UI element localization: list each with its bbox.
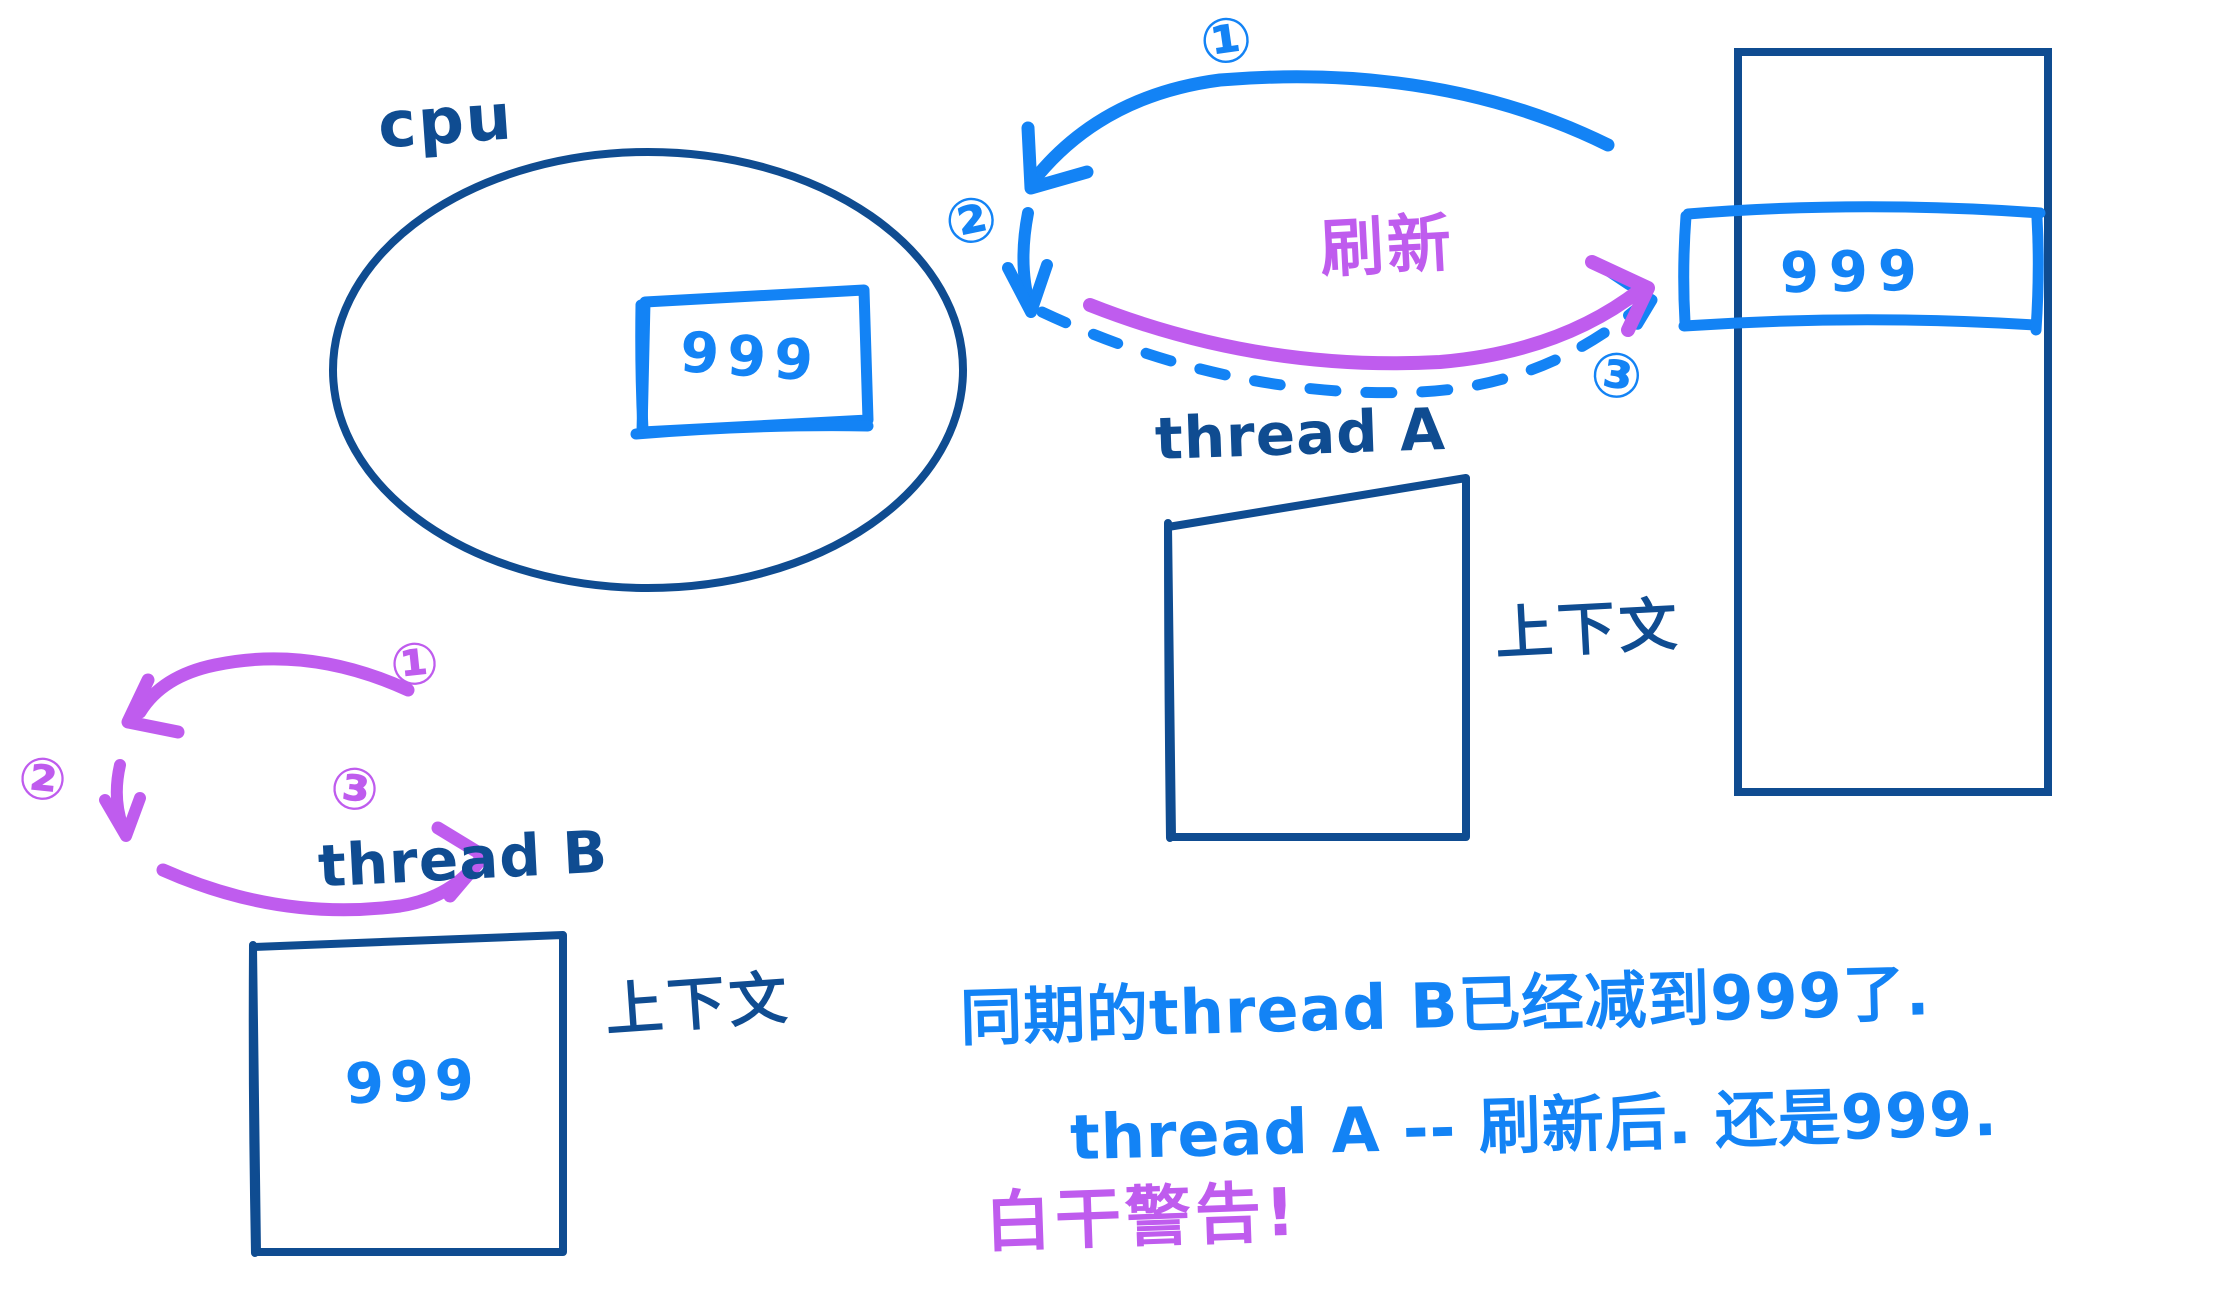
step-marker-top-3: ③ (1585, 335, 1648, 416)
step-marker-threadb-3: ③ (326, 752, 383, 826)
step-marker-threadb-2: ② (14, 742, 71, 816)
memory-value: 999 (1779, 238, 1928, 307)
thread-b-context-label: 上下文 (602, 963, 794, 1045)
cpu-register-value: 999 (677, 320, 824, 395)
threadb-arrow-load (121, 652, 415, 739)
step-marker-threadb-1: ① (386, 627, 443, 701)
step2-down-arrow (1002, 207, 1053, 318)
whiteboard-canvas: cpu 999 999 999 thread A thread B 上下文 上下… (0, 0, 2217, 1307)
top-arrow-load (1021, 70, 1615, 195)
thread-b-label: thread B (316, 817, 610, 901)
thread-a-label: thread A (1153, 394, 1447, 474)
thread-a-context-box (1164, 474, 1470, 842)
memory-column (1734, 48, 2052, 796)
refresh-label: 刷新 (1318, 206, 1456, 288)
step-marker-top-1: ① (1195, 0, 1258, 81)
cpu-label: cpu (375, 80, 516, 164)
warning-label: 白干警告! (983, 1173, 1301, 1262)
thread-b-context-value: 999 (343, 1047, 481, 1118)
threadb-down-arrow (99, 759, 146, 842)
thread-a-context-label: 上下文 (1493, 590, 1683, 668)
